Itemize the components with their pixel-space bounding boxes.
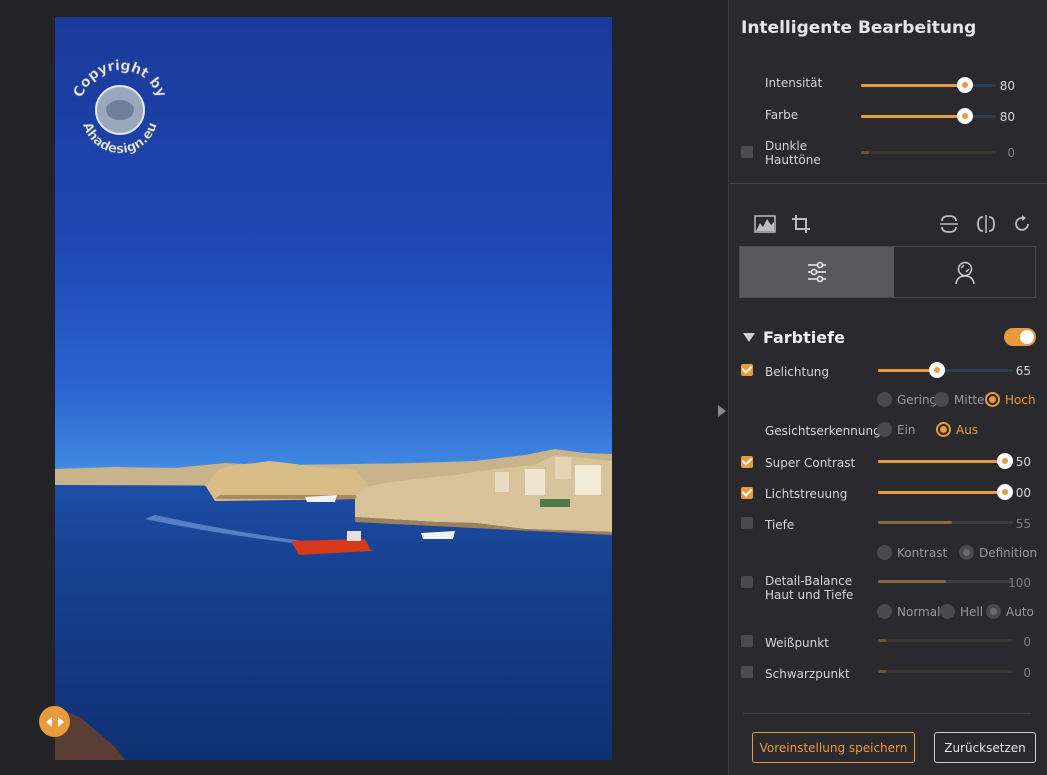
detail-balance-checkbox[interactable] bbox=[741, 576, 753, 588]
black-point-label: Schwarzpunkt bbox=[765, 667, 850, 681]
tab-portrait[interactable] bbox=[894, 247, 1035, 297]
exposure-option-gering[interactable]: Gering bbox=[877, 392, 937, 407]
intensity-slider-thumb[interactable] bbox=[957, 77, 973, 93]
exposure-checkbox[interactable] bbox=[741, 364, 753, 376]
dark-skin-label-line1: Dunkle bbox=[765, 139, 808, 153]
face-detection-option-aus[interactable]: Aus bbox=[936, 422, 978, 437]
color-slider[interactable] bbox=[861, 108, 996, 124]
detail-balance-value: 100 bbox=[1008, 576, 1031, 590]
histogram-icon[interactable] bbox=[753, 213, 777, 235]
crop-icon[interactable] bbox=[790, 213, 814, 235]
super-contrast-value: 50 bbox=[1015, 455, 1031, 469]
color-label: Farbe bbox=[765, 108, 799, 122]
black-point-slider[interactable] bbox=[878, 670, 1013, 673]
panel-title: Intelligente Bearbeitung bbox=[741, 18, 977, 38]
save-preset-button[interactable]: Voreinstellung speichern bbox=[752, 732, 915, 763]
white-point-value: 0 bbox=[1023, 635, 1031, 649]
super-contrast-slider[interactable] bbox=[878, 453, 1013, 469]
exposure-value: 65 bbox=[1015, 364, 1031, 378]
super-contrast-label: Super Contrast bbox=[765, 456, 856, 470]
section-title: Farbtiefe bbox=[763, 328, 845, 347]
divider bbox=[729, 183, 1047, 184]
exposure-slider[interactable] bbox=[878, 362, 1013, 378]
intensity-value: 80 bbox=[999, 79, 1015, 93]
light-diffusion-checkbox[interactable] bbox=[741, 487, 753, 499]
black-point-checkbox[interactable] bbox=[741, 666, 753, 678]
dark-skin-slider[interactable] bbox=[861, 151, 996, 154]
dark-skin-label-line2: Hauttöne bbox=[765, 153, 821, 167]
light-diffusion-label: Lichtstreuung bbox=[765, 487, 848, 501]
face-detection-option-ein[interactable]: Ein bbox=[877, 422, 916, 437]
section-header-farbtiefe[interactable]: Farbtiefe bbox=[743, 328, 845, 347]
copyright-watermark: Copyright by Ahadesign.eu bbox=[67, 57, 173, 163]
exposure-option-mittel[interactable]: Mittel bbox=[934, 392, 988, 407]
collapse-triangle-icon bbox=[743, 333, 755, 342]
super-contrast-checkbox[interactable] bbox=[741, 456, 753, 468]
photo-preview[interactable]: Copyright by Ahadesign.eu bbox=[55, 17, 612, 760]
image-canvas: Copyright by Ahadesign.eu bbox=[0, 0, 728, 775]
dark-skin-value: 0 bbox=[1007, 146, 1015, 160]
detail-balance-label-line2: Haut und Tiefe bbox=[765, 588, 854, 602]
white-point-slider[interactable] bbox=[878, 639, 1013, 642]
exposure-label: Belichtung bbox=[765, 365, 830, 379]
section-enable-toggle[interactable] bbox=[1004, 328, 1036, 346]
intensity-label: Intensität bbox=[765, 76, 823, 90]
flip-vertical-icon[interactable] bbox=[937, 213, 961, 235]
detail-option-auto[interactable]: Auto bbox=[986, 604, 1034, 619]
depth-option-kontrast[interactable]: Kontrast bbox=[877, 545, 947, 560]
detail-balance-slider[interactable] bbox=[878, 580, 1013, 583]
face-retouch-icon bbox=[954, 261, 975, 285]
exposure-slider-thumb[interactable] bbox=[929, 362, 945, 378]
light-diffusion-slider[interactable] bbox=[878, 484, 1013, 500]
rotate-icon[interactable] bbox=[1010, 213, 1034, 235]
color-slider-thumb[interactable] bbox=[957, 108, 973, 124]
detail-option-hell[interactable]: Hell bbox=[940, 604, 983, 619]
depth-value: 55 bbox=[1015, 517, 1031, 531]
divider bbox=[743, 713, 1031, 714]
left-right-arrows-icon bbox=[45, 716, 64, 727]
white-point-label: Weißpunkt bbox=[765, 636, 829, 650]
flip-horizontal-icon[interactable] bbox=[974, 213, 998, 235]
intensity-slider[interactable] bbox=[861, 77, 996, 93]
reset-button[interactable]: Zurücksetzen bbox=[934, 732, 1036, 763]
white-point-checkbox[interactable] bbox=[741, 635, 753, 647]
exposure-option-hoch[interactable]: Hoch bbox=[985, 392, 1036, 407]
depth-checkbox[interactable] bbox=[741, 517, 753, 529]
face-detection-label: Gesichtserkennung bbox=[765, 424, 881, 438]
color-value: 80 bbox=[999, 110, 1015, 124]
collapse-panel-arrow-icon[interactable] bbox=[716, 404, 728, 418]
dark-skin-checkbox[interactable] bbox=[741, 146, 753, 158]
tab-adjustments[interactable] bbox=[740, 247, 894, 297]
light-diffusion-value: 00 bbox=[1015, 486, 1031, 500]
sliders-icon bbox=[808, 261, 826, 283]
depth-label: Tiefe bbox=[765, 518, 795, 532]
detail-option-normal[interactable]: Normal bbox=[877, 604, 940, 619]
detail-balance-label-line1: Detail-Balance bbox=[765, 574, 853, 588]
right-panel: Intelligente Bearbeitung Intensität 80 F… bbox=[728, 0, 1047, 775]
black-point-value: 0 bbox=[1023, 666, 1031, 680]
depth-option-definition[interactable]: Definition bbox=[959, 545, 1037, 560]
depth-slider[interactable] bbox=[878, 521, 1013, 524]
adjustment-tabs bbox=[739, 246, 1036, 298]
before-after-compare-handle[interactable] bbox=[39, 706, 70, 737]
